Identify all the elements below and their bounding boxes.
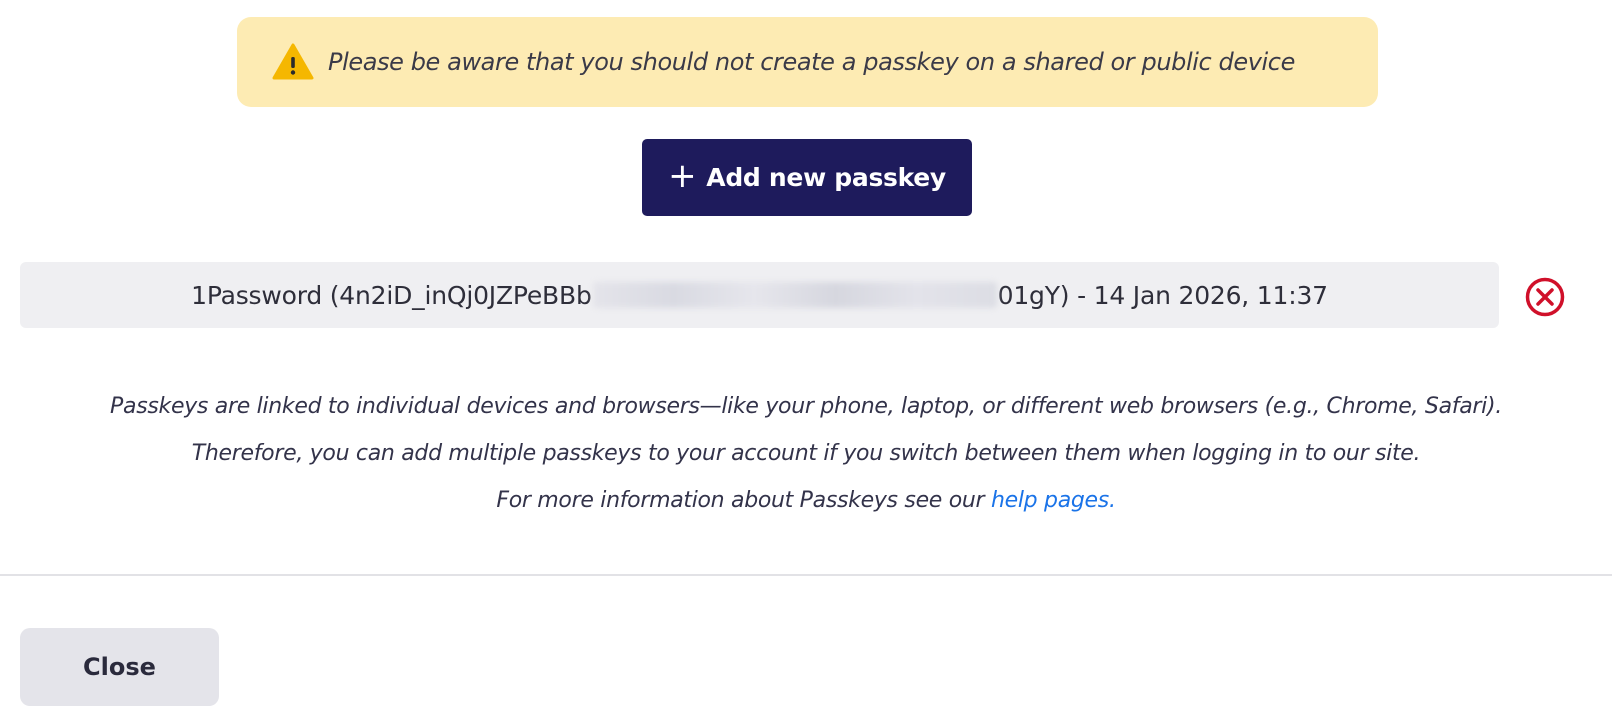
- info-line-3-text: For more information about Passkeys see …: [496, 488, 991, 513]
- warning-triangle-icon: [272, 43, 314, 81]
- redacted-passkey-id: [592, 282, 997, 308]
- passkey-name-start: 1Password (4n2iD_inQj0JZPeBBb: [191, 280, 592, 310]
- info-line-2: Therefore, you can add multiple passkeys…: [191, 441, 1421, 466]
- passkey-info: Passkeys are linked to individual device…: [0, 383, 1612, 524]
- delete-passkey-button[interactable]: [1524, 276, 1566, 318]
- warning-banner: Please be aware that you should not crea…: [237, 17, 1378, 107]
- circle-x-icon: [1525, 277, 1565, 317]
- passkey-item: 1Password (4n2iD_inQj0JZPeBBb 01gY) - 14 …: [20, 262, 1499, 328]
- footer-divider: [0, 574, 1612, 576]
- passkey-dialog: Please be aware that you should not crea…: [0, 0, 1612, 723]
- close-button[interactable]: Close: [20, 628, 219, 706]
- add-new-passkey-label: Add new passkey: [706, 163, 946, 192]
- warning-text: Please be aware that you should not crea…: [328, 48, 1295, 76]
- passkey-name-end: 01gY) - 14 Jan 2026, 11:37: [997, 280, 1328, 310]
- help-pages-link[interactable]: help pages.: [991, 488, 1116, 513]
- add-new-passkey-button[interactable]: + Add new passkey: [642, 139, 972, 216]
- info-line-1: Passkeys are linked to individual device…: [110, 394, 1502, 419]
- plus-icon: +: [668, 155, 697, 196]
- info-line-3: For more information about Passkeys see …: [0, 477, 1612, 524]
